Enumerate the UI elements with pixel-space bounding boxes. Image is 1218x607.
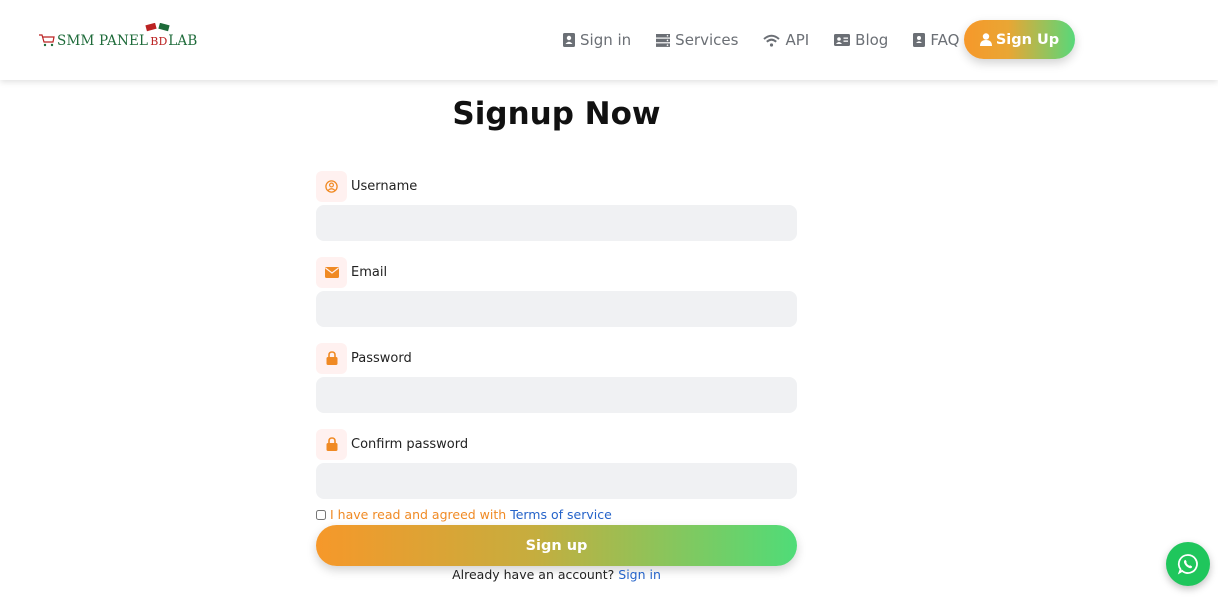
nav-signin-label: Sign in <box>580 31 632 49</box>
terms-text: I have read and agreed with <box>330 507 507 522</box>
header-signup-label: Sign Up <box>995 31 1060 48</box>
nav-blog[interactable]: Blog <box>834 31 888 49</box>
nav-faq[interactable]: FAQ <box>913 31 959 49</box>
whatsapp-icon <box>1177 554 1198 575</box>
envelope-icon <box>316 256 347 288</box>
nav-services-label: Services <box>675 31 739 49</box>
confirm-password-label: Confirm password <box>351 436 469 452</box>
whatsapp-button[interactable] <box>1166 542 1210 586</box>
logo-bd-mark: BD <box>150 34 168 48</box>
nav-signin[interactable]: Sign in <box>563 31 631 49</box>
nav-faq-label: FAQ <box>930 31 960 49</box>
user-circle-icon <box>316 170 347 202</box>
terms-checkbox[interactable] <box>316 509 326 520</box>
email-field: Email <box>316 255 797 327</box>
email-label: Email <box>351 264 388 280</box>
password-input[interactable] <box>316 377 797 413</box>
already-account-text: Already have an account? <box>452 567 615 582</box>
cart-icon <box>39 34 55 47</box>
id-card-icon <box>834 34 851 46</box>
book-icon <box>913 33 926 47</box>
username-label: Username <box>351 178 418 194</box>
nav-services[interactable]: Services <box>656 31 738 49</box>
nav-api[interactable]: API <box>763 31 809 49</box>
main-nav: Sign in Services API Blog FAQ <box>563 20 984 60</box>
email-input[interactable] <box>316 291 797 327</box>
nav-api-label: API <box>785 31 810 49</box>
page-title: Signup Now <box>452 96 661 132</box>
signup-submit-button[interactable]: Sign up <box>316 525 797 566</box>
server-icon <box>656 33 671 47</box>
signup-form: Username Email Password Confirm password <box>316 169 797 513</box>
user-card-icon <box>563 33 575 47</box>
already-account-row: Already have an account? Sign in <box>316 567 797 582</box>
signin-link[interactable]: Sign in <box>618 567 661 582</box>
nav-blog-label: Blog <box>855 31 889 49</box>
username-field: Username <box>316 169 797 241</box>
password-field: Password <box>316 341 797 413</box>
header-signup-button[interactable]: Sign Up <box>964 20 1075 59</box>
user-icon <box>979 33 992 46</box>
flags-icon <box>145 23 170 32</box>
lock-icon <box>316 342 347 374</box>
confirm-password-field: Confirm password <box>316 427 797 499</box>
site-header: SMM PANEL BD LAB Sign in Services API Bl… <box>0 0 1218 80</box>
logo-text-left: SMM PANEL <box>57 33 149 49</box>
terms-link[interactable]: Terms of service <box>510 507 612 522</box>
lock-icon <box>316 428 347 460</box>
terms-row: I have read and agreed with Terms of ser… <box>316 507 612 522</box>
logo-text-right: LAB <box>168 33 198 49</box>
confirm-password-input[interactable] <box>316 463 797 499</box>
password-label: Password <box>351 350 412 366</box>
username-input[interactable] <box>316 205 797 241</box>
wifi-icon <box>763 34 781 47</box>
site-logo[interactable]: SMM PANEL BD LAB <box>38 23 198 54</box>
